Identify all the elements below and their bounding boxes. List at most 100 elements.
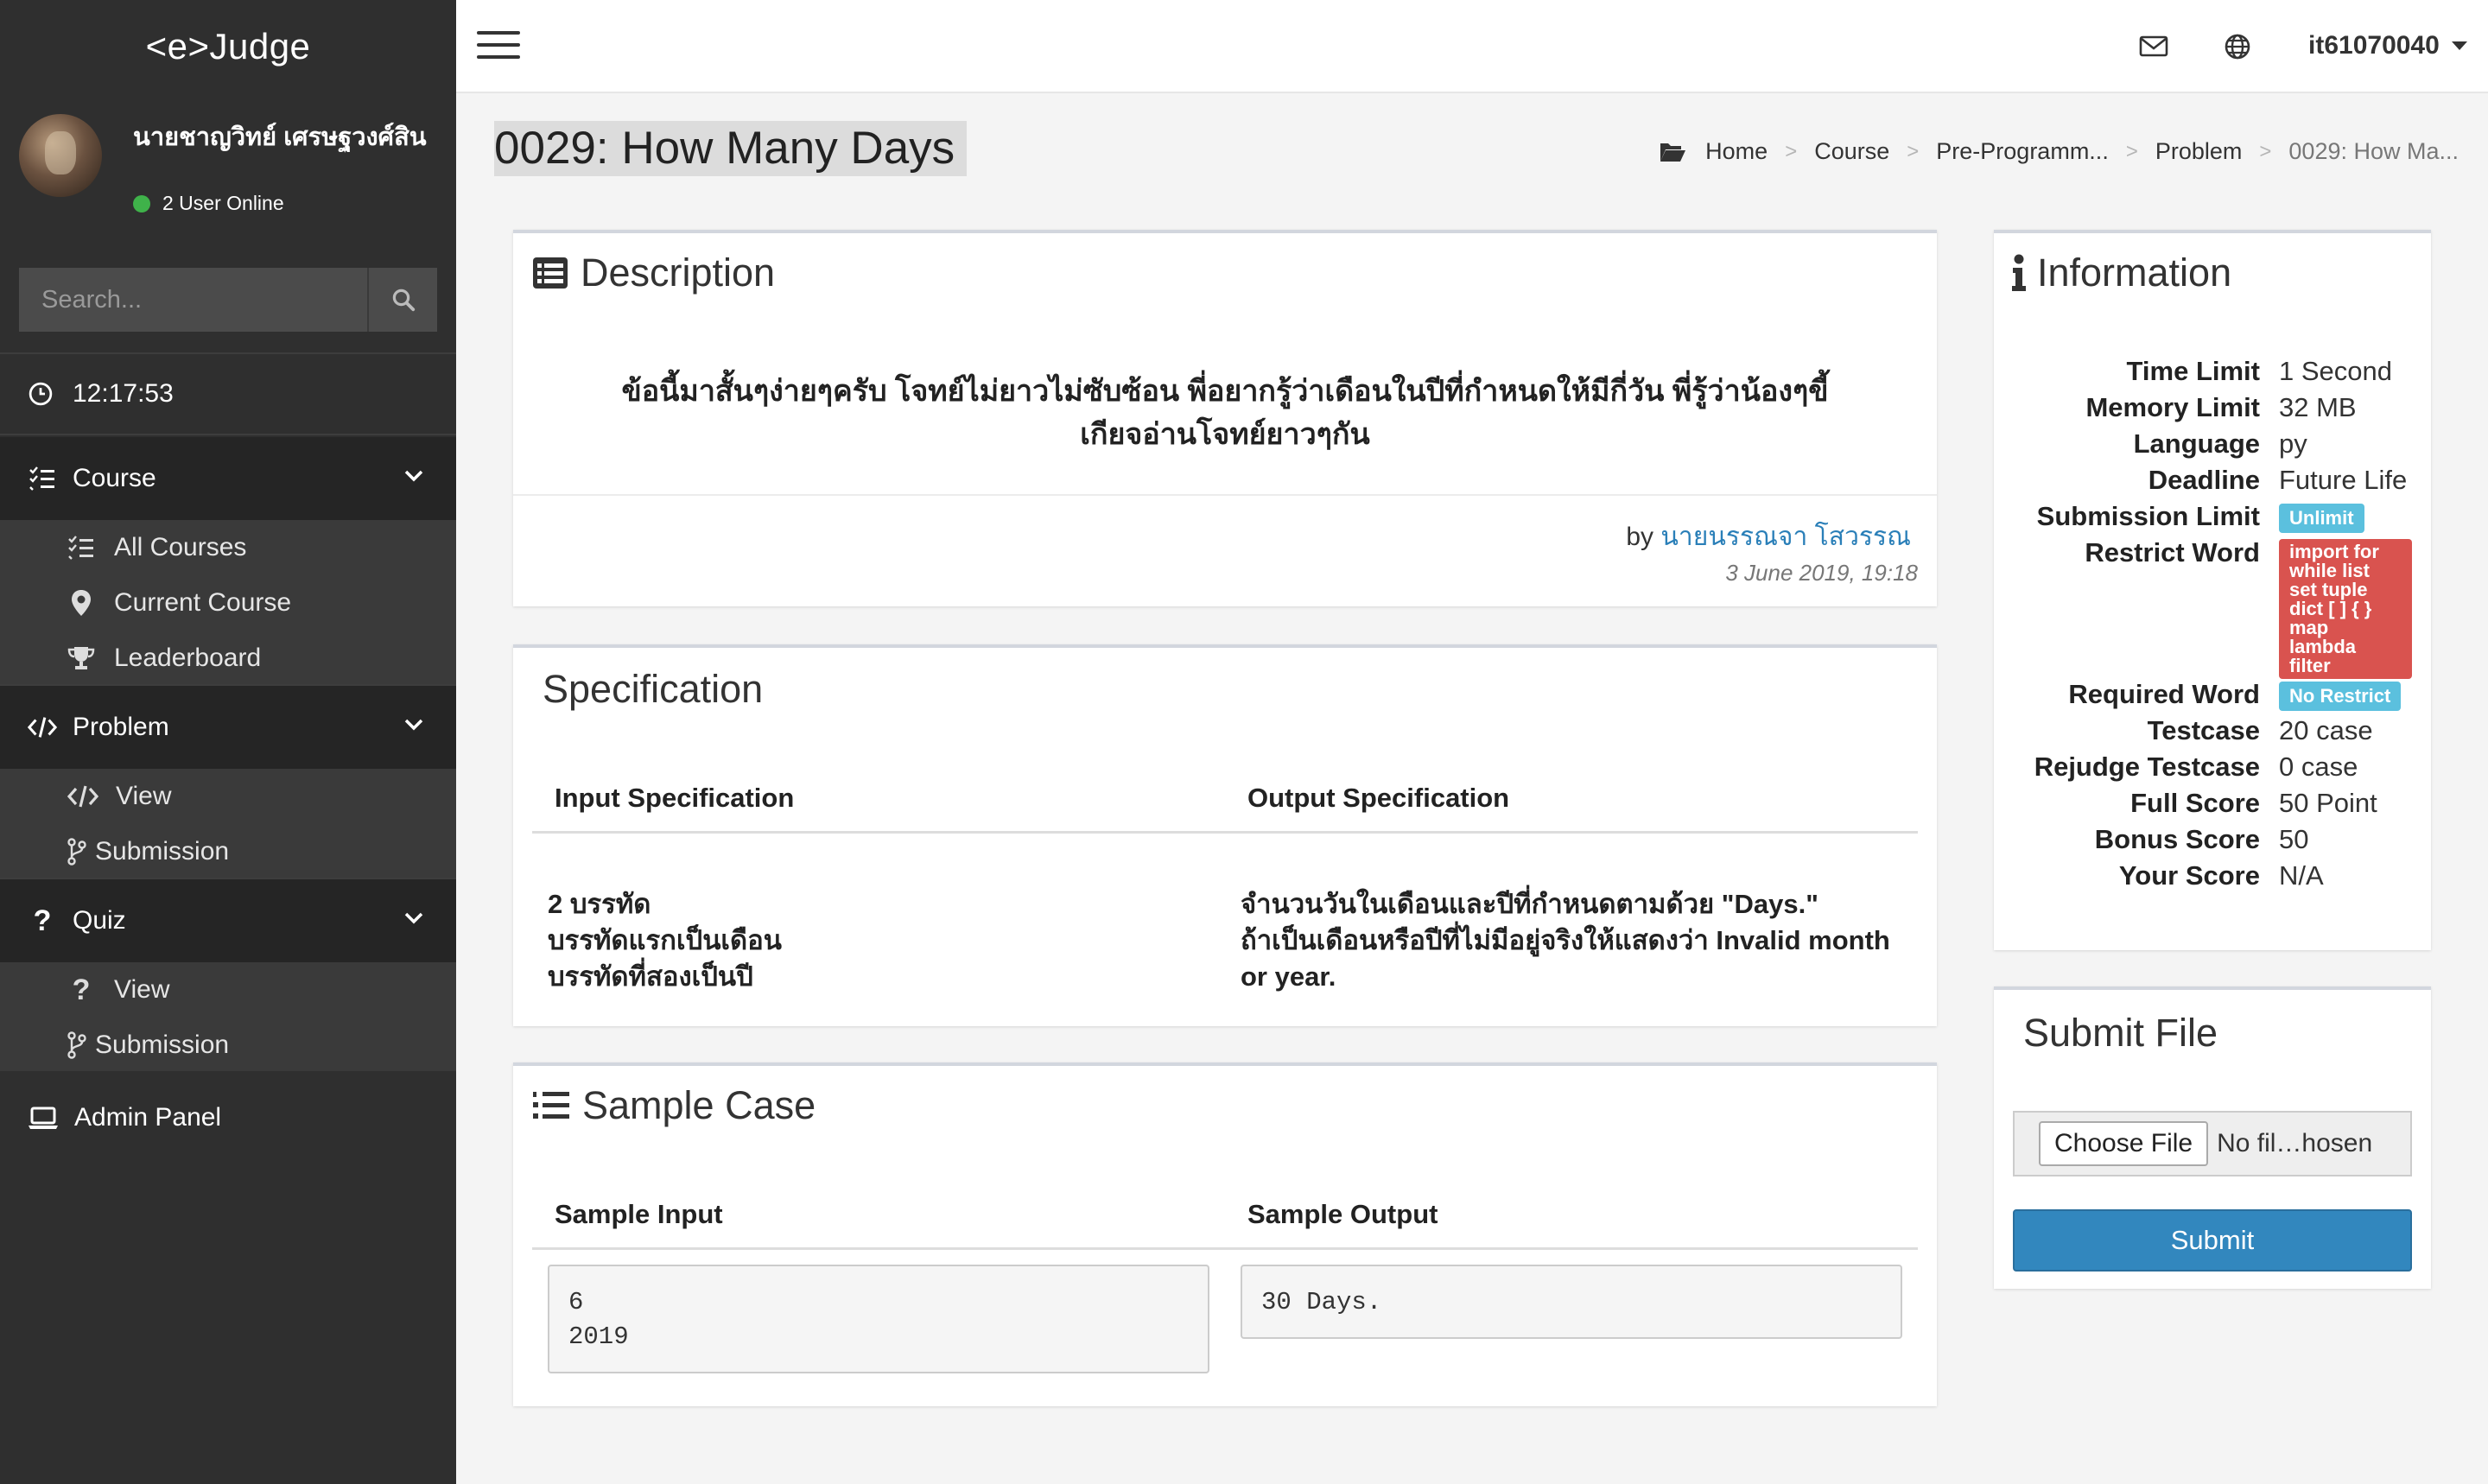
- info-bonus-score: Bonus Score 50: [2094, 824, 2309, 854]
- file-input[interactable]: Choose File No fil…hosen: [2013, 1111, 2412, 1176]
- info-time-limit: Time Limit 1 Second: [2126, 356, 2392, 386]
- map-marker-icon: [72, 590, 91, 616]
- description-line: ข้อนี้มาสั้นๆง่ายๆครับ โจทย์ไม่ยาวไม่ซับ…: [621, 375, 1829, 408]
- required-word-badge: No Restrict: [2279, 682, 2402, 711]
- list-check-icon: [68, 536, 93, 560]
- info-language: Language py: [2133, 428, 2307, 459]
- brand-logo[interactable]: <e>Judge: [0, 0, 456, 93]
- question-icon: ?: [33, 904, 52, 937]
- nav-problem[interactable]: Problem: [0, 686, 456, 769]
- sample-input-code[interactable]: 6 2019: [548, 1265, 1209, 1373]
- messages-button[interactable]: [2139, 33, 2168, 63]
- breadcrumb-course-name[interactable]: Pre-Programm...: [1936, 138, 2109, 165]
- nav-item-leaderboard[interactable]: Leaderboard: [0, 631, 456, 686]
- nav-course-submenu: All Courses Current Course Leaderboard: [0, 520, 456, 684]
- breadcrumb-problem[interactable]: Problem: [2155, 138, 2243, 165]
- nav-item-label: Current Course: [114, 588, 292, 617]
- info-restrict-word: Restrict Word import for while list set …: [1994, 537, 2431, 679]
- search-icon: [392, 289, 415, 312]
- nav-admin-label: Admin Panel: [74, 1103, 222, 1132]
- laptop-icon: [29, 1107, 58, 1129]
- top-navbar: it61070040: [456, 0, 2488, 93]
- description-header: Description: [532, 251, 775, 295]
- nav-course[interactable]: Course: [0, 437, 456, 520]
- trophy-icon: [67, 647, 95, 669]
- nav-item-problem-view[interactable]: View: [0, 769, 456, 824]
- nav-item-problem-submission[interactable]: Submission: [0, 824, 456, 879]
- user-name: นายชาญวิทย์ เศรษฐวงศ์สิน: [133, 124, 427, 151]
- breadcrumb-home[interactable]: Home: [1705, 138, 1768, 165]
- info-testcase: Testcase 20 case: [2147, 715, 2373, 745]
- clock-icon: [29, 382, 53, 406]
- list-alt-icon: [533, 257, 568, 289]
- information-header: Information: [2011, 251, 2231, 295]
- search-input[interactable]: [19, 268, 367, 332]
- sample-input-header: Sample Input: [555, 1199, 723, 1229]
- nav-problem-label: Problem: [73, 713, 169, 741]
- nav-quiz-submenu: ? View Submission: [0, 962, 456, 1071]
- description-title: Description: [581, 251, 776, 295]
- language-button[interactable]: [2224, 33, 2251, 65]
- info-deadline: Deadline Future Life: [2148, 465, 2408, 495]
- submit-button[interactable]: Submit: [2013, 1209, 2412, 1272]
- nav-item-label: Submission: [95, 837, 230, 866]
- list-ol-icon: [533, 1092, 569, 1119]
- nav-item-quiz-view[interactable]: ? View: [0, 962, 456, 1018]
- nav-item-label: Submission: [95, 1031, 230, 1059]
- choose-file-button[interactable]: Choose File: [2039, 1121, 2209, 1166]
- sample-case-box: Sample Case Sample Input Sample Output 6…: [513, 1062, 1937, 1406]
- information-title: Information: [2037, 251, 2232, 295]
- table-divider: [532, 1247, 1918, 1250]
- sidebar-divider: [0, 434, 456, 435]
- chevron-down-icon: [404, 912, 423, 924]
- online-count: 2 User Online: [162, 192, 284, 214]
- nav-quiz[interactable]: ? Quiz: [0, 879, 456, 962]
- information-box: Information Time Limit 1 Second Memory Li…: [1994, 230, 2431, 950]
- description-text: ข้อนี้มาสั้นๆง่ายๆครับ โจทย์ไม่ยาวไม่ซับ…: [548, 370, 1902, 456]
- info-icon: [2012, 254, 2026, 291]
- clock-time: 12:17:53: [73, 379, 174, 408]
- sample-case-title: Sample Case: [582, 1083, 816, 1127]
- info-rejudge-testcase: Rejudge Testcase 0 case: [2034, 752, 2358, 782]
- breadcrumb-current: 0029: How Ma...: [2288, 138, 2459, 164]
- list-check-icon: [29, 466, 54, 491]
- output-spec-header: Output Specification: [1247, 783, 1510, 813]
- nav-item-label: Leaderboard: [114, 644, 262, 672]
- breadcrumb-course[interactable]: Course: [1814, 138, 1889, 165]
- nav-item-current-course[interactable]: Current Course: [0, 575, 456, 631]
- caret-down-icon: [2451, 41, 2467, 50]
- nav-item-all-courses[interactable]: All Courses: [0, 520, 456, 575]
- restrict-word-badge: import for while list set tuple dict [ ]…: [2279, 539, 2412, 679]
- clock: 12:17:53: [0, 354, 456, 434]
- specification-title: Specification: [543, 667, 764, 711]
- by-label: by: [1626, 523, 1654, 551]
- chevron-down-icon: [404, 470, 423, 482]
- table-divider: [532, 831, 1918, 834]
- nav-problem-submenu: View Submission: [0, 769, 456, 878]
- globe-icon: [2225, 34, 2250, 60]
- user-menu-dropdown[interactable]: it61070040: [2308, 31, 2467, 60]
- info-required-word: Required Word No Restrict: [1994, 679, 2431, 715]
- submit-file-title: Submit File: [2023, 1011, 2218, 1055]
- nav-course-label: Course: [73, 464, 156, 492]
- search-button[interactable]: [367, 268, 437, 332]
- chevron-down-icon: [404, 719, 423, 731]
- sample-output-code[interactable]: 30 Days.: [1241, 1265, 1902, 1339]
- output-spec-text: จำนวนวันในเดือนและปีที่กำหนดตามด้วย "Day…: [1241, 889, 1890, 992]
- nav-quiz-label: Quiz: [73, 906, 126, 935]
- input-spec-text: 2 บรรทัด บรรทัดแรกเป็นเดือน บรรทัดที่สอง…: [548, 889, 782, 992]
- username: it61070040: [2308, 31, 2440, 60]
- author-link[interactable]: นายนรรณจา โสวรรณ: [1660, 523, 1911, 551]
- sample-output-header: Sample Output: [1247, 1199, 1438, 1229]
- submit-file-box: Submit File Choose File No fil…hosen Sub…: [1994, 986, 2431, 1289]
- user-panel: นายชาญวิทย์ เศรษฐวงศ์สิน 2 User Online: [0, 93, 456, 214]
- menu-toggle-button[interactable]: [477, 31, 520, 62]
- nav-item-label: All Courses: [114, 533, 247, 561]
- online-dot-icon: [133, 194, 150, 212]
- user-online-status: 2 User Online: [133, 192, 284, 215]
- nav-item-quiz-submission[interactable]: Submission: [0, 1018, 456, 1073]
- nav-admin-panel[interactable]: Admin Panel: [0, 1080, 456, 1156]
- code-branch-icon: [67, 838, 86, 866]
- hamburger-icon: [477, 31, 520, 35]
- sample-case-header: Sample Case: [532, 1083, 816, 1128]
